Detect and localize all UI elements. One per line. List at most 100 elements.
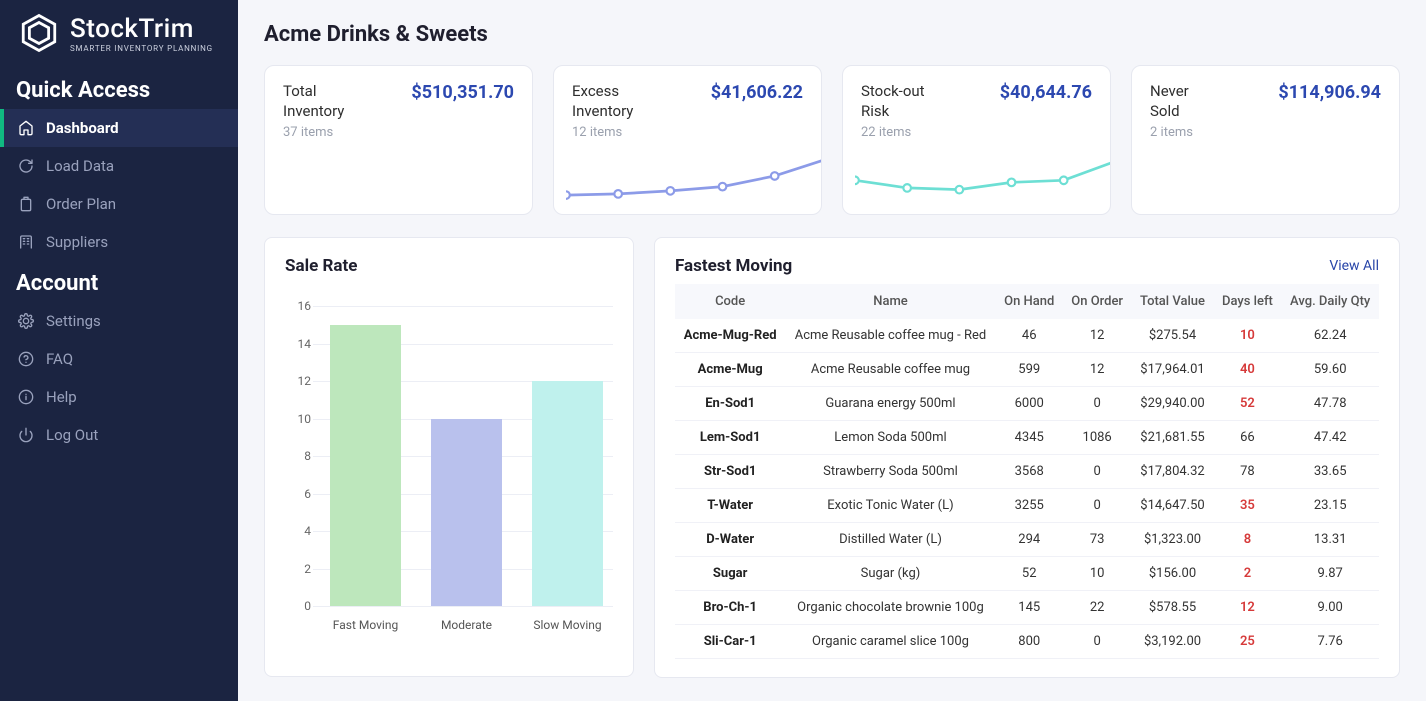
sidebar-item-label: Dashboard bbox=[46, 119, 119, 137]
sidebar-item-suppliers[interactable]: Suppliers bbox=[0, 223, 238, 261]
sidebar-item-load-data[interactable]: Load Data bbox=[0, 147, 238, 185]
cell-on-order: 0 bbox=[1063, 387, 1132, 421]
main: Acme Drinks & Sweets TotalInventory$510,… bbox=[238, 0, 1426, 701]
stat-card-never-sold[interactable]: NeverSold$114,906.942 items bbox=[1131, 65, 1400, 215]
sidebar: StockTrim SMARTER INVENTORY PLANNING Qui… bbox=[0, 0, 238, 701]
y-tick: 14 bbox=[298, 337, 312, 351]
x-label: Slow Moving bbox=[532, 618, 603, 632]
sidebar-item-label: Settings bbox=[46, 312, 101, 330]
stat-sub: 2 items bbox=[1150, 125, 1381, 140]
cell-name: Organic caramel slice 100g bbox=[785, 625, 995, 659]
cell-on-hand: 294 bbox=[996, 523, 1063, 557]
sidebar-item-dashboard[interactable]: Dashboard bbox=[0, 109, 238, 147]
table-row[interactable]: En-Sod1Guarana energy 500ml60000$29,940.… bbox=[675, 387, 1379, 421]
cell-total-value: $21,681.55 bbox=[1131, 421, 1213, 455]
cell-on-order: 12 bbox=[1063, 319, 1132, 353]
question-icon bbox=[18, 351, 34, 367]
cell-on-hand: 145 bbox=[996, 591, 1063, 625]
col-header: Avg. Daily Qty bbox=[1281, 284, 1379, 319]
power-icon bbox=[18, 427, 34, 443]
col-header: Days left bbox=[1214, 284, 1282, 319]
cell-code: En-Sod1 bbox=[675, 387, 785, 421]
cell-on-hand: 599 bbox=[996, 353, 1063, 387]
cell-avg: 62.24 bbox=[1281, 319, 1379, 353]
cell-code: Lem-Sod1 bbox=[675, 421, 785, 455]
cell-name: Strawberry Soda 500ml bbox=[785, 455, 995, 489]
y-tick: 16 bbox=[298, 299, 312, 313]
cell-days-left: 25 bbox=[1214, 625, 1282, 659]
stat-label: TotalInventory bbox=[283, 82, 344, 121]
cell-on-order: 10 bbox=[1063, 557, 1132, 591]
stat-value: $40,644.76 bbox=[1000, 82, 1092, 103]
cell-avg: 33.65 bbox=[1281, 455, 1379, 489]
sparkline bbox=[566, 154, 822, 204]
col-header: Name bbox=[785, 284, 995, 319]
cell-name: Exotic Tonic Water (L) bbox=[785, 489, 995, 523]
stat-value: $510,351.70 bbox=[411, 82, 514, 103]
stat-sub: 37 items bbox=[283, 125, 514, 140]
table-row[interactable]: Sli-Car-1Organic caramel slice 100g8000$… bbox=[675, 625, 1379, 659]
sidebar-item-label: FAQ bbox=[46, 350, 73, 368]
cell-name: Lemon Soda 500ml bbox=[785, 421, 995, 455]
table-row[interactable]: Lem-Sod1Lemon Soda 500ml43451086$21,681.… bbox=[675, 421, 1379, 455]
cell-days-left: 12 bbox=[1214, 591, 1282, 625]
table-row[interactable]: Bro-Ch-1Organic chocolate brownie 100g14… bbox=[675, 591, 1379, 625]
cell-code: Acme-Mug bbox=[675, 353, 785, 387]
brand-title: StockTrim bbox=[70, 14, 213, 44]
info-icon bbox=[18, 389, 34, 405]
sidebar-item-settings[interactable]: Settings bbox=[0, 302, 238, 340]
cell-avg: 47.78 bbox=[1281, 387, 1379, 421]
cell-code: Sugar bbox=[675, 557, 785, 591]
col-header: On Order bbox=[1063, 284, 1132, 319]
cell-on-hand: 4345 bbox=[996, 421, 1063, 455]
sidebar-item-help[interactable]: Help bbox=[0, 378, 238, 416]
cell-total-value: $578.55 bbox=[1131, 591, 1213, 625]
sale-rate-title: Sale Rate bbox=[285, 256, 357, 276]
stat-sub: 12 items bbox=[572, 125, 803, 140]
cell-total-value: $3,192.00 bbox=[1131, 625, 1213, 659]
sidebar-item-logout[interactable]: Log Out bbox=[0, 416, 238, 454]
table-row[interactable]: Str-Sod1Strawberry Soda 500ml35680$17,80… bbox=[675, 455, 1379, 489]
stat-card-stockout-risk[interactable]: Stock-outRisk$40,644.7622 items bbox=[842, 65, 1111, 215]
home-icon bbox=[18, 120, 34, 136]
cell-on-order: 73 bbox=[1063, 523, 1132, 557]
cell-name: Acme Reusable coffee mug bbox=[785, 353, 995, 387]
sidebar-section-title: Quick Access bbox=[0, 68, 238, 109]
cell-code: Sli-Car-1 bbox=[675, 625, 785, 659]
sale-rate-panel: Sale Rate 0246810121416 Fast MovingModer… bbox=[264, 237, 634, 677]
cell-days-left: 10 bbox=[1214, 319, 1282, 353]
brand: StockTrim SMARTER INVENTORY PLANNING bbox=[0, 6, 238, 68]
gear-icon bbox=[18, 313, 34, 329]
cell-on-order: 0 bbox=[1063, 455, 1132, 489]
cell-days-left: 2 bbox=[1214, 557, 1282, 591]
table-row[interactable]: T-WaterExotic Tonic Water (L)32550$14,64… bbox=[675, 489, 1379, 523]
stat-value: $41,606.22 bbox=[711, 82, 803, 103]
refresh-icon bbox=[18, 158, 34, 174]
fastest-table: CodeNameOn HandOn OrderTotal ValueDays l… bbox=[675, 284, 1379, 659]
cell-total-value: $17,804.32 bbox=[1131, 455, 1213, 489]
bar-slow-moving bbox=[532, 381, 603, 606]
cell-code: Str-Sod1 bbox=[675, 455, 785, 489]
sidebar-item-label: Order Plan bbox=[46, 195, 116, 213]
building-icon bbox=[18, 234, 34, 250]
stat-card-total-inventory[interactable]: TotalInventory $510,351.70 37 items bbox=[264, 65, 533, 215]
table-row[interactable]: Acme-MugAcme Reusable coffee mug59912$17… bbox=[675, 353, 1379, 387]
cell-on-order: 0 bbox=[1063, 489, 1132, 523]
sidebar-item-label: Suppliers bbox=[46, 233, 108, 251]
table-row[interactable]: Acme-Mug-RedAcme Reusable coffee mug - R… bbox=[675, 319, 1379, 353]
sale-rate-chart: 0246810121416 Fast MovingModerateSlow Mo… bbox=[285, 306, 613, 646]
stat-card-excess-inventory[interactable]: ExcessInventory$41,606.2212 items bbox=[553, 65, 822, 215]
table-row[interactable]: D-WaterDistilled Water (L)29473$1,323.00… bbox=[675, 523, 1379, 557]
brand-logo-icon bbox=[18, 12, 60, 54]
table-row[interactable]: SugarSugar (kg)5210$156.0029.87 bbox=[675, 557, 1379, 591]
stat-cards-row: TotalInventory$510,351.7037 itemsExcessI… bbox=[264, 65, 1400, 215]
sidebar-item-faq[interactable]: FAQ bbox=[0, 340, 238, 378]
cell-name: Acme Reusable coffee mug - Red bbox=[785, 319, 995, 353]
cell-avg: 13.31 bbox=[1281, 523, 1379, 557]
stat-sub: 22 items bbox=[861, 125, 1092, 140]
y-tick: 2 bbox=[304, 562, 311, 576]
cell-name: Organic chocolate brownie 100g bbox=[785, 591, 995, 625]
cell-name: Sugar (kg) bbox=[785, 557, 995, 591]
sidebar-item-order-plan[interactable]: Order Plan bbox=[0, 185, 238, 223]
view-all-link[interactable]: View All bbox=[1329, 258, 1379, 274]
